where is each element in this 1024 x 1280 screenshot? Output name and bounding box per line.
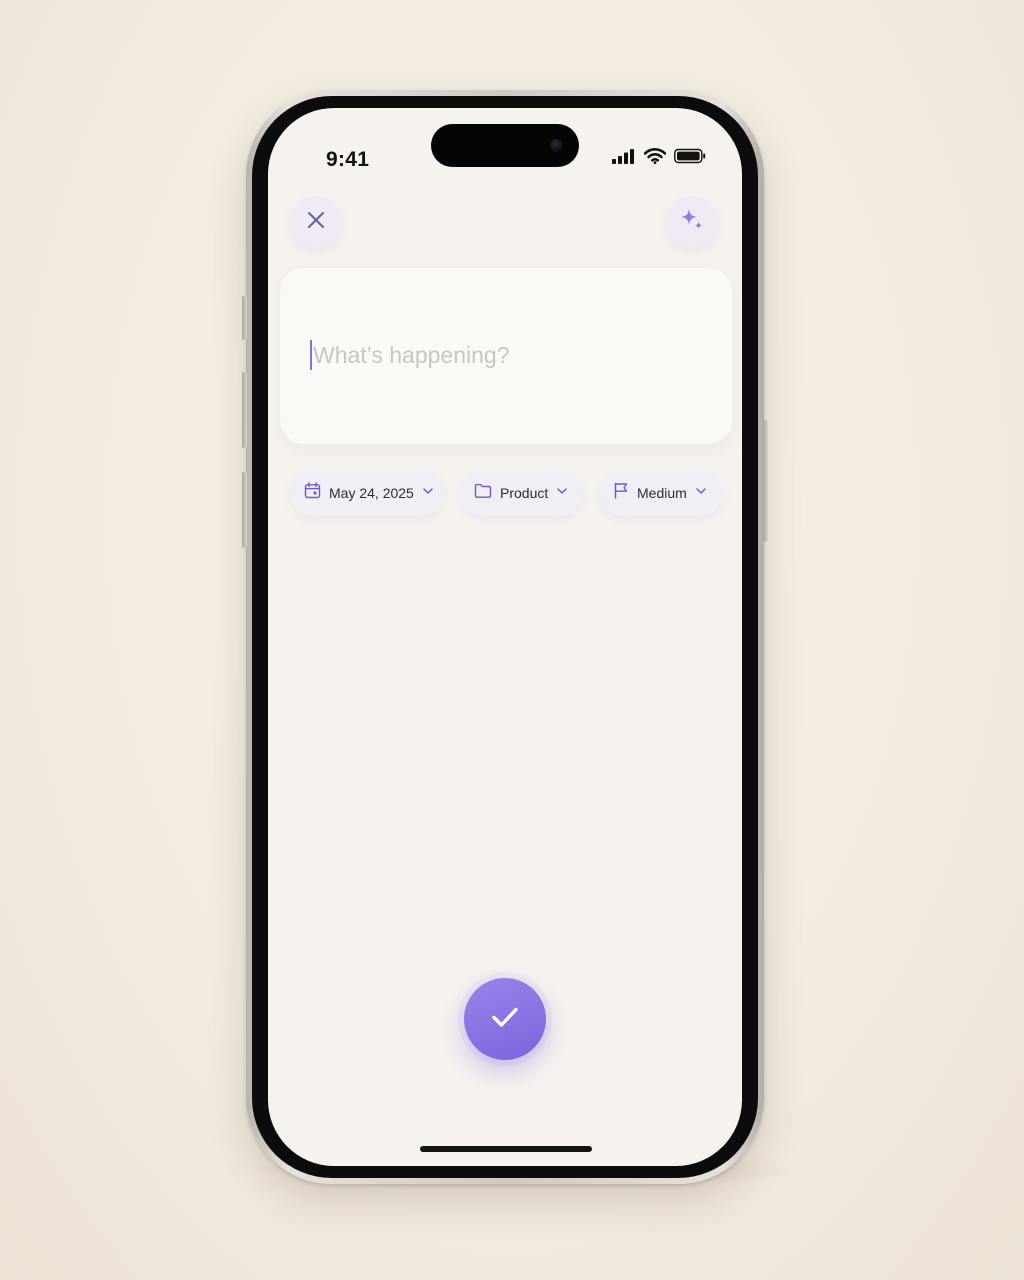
battery-icon: [674, 148, 706, 169]
status-time: 9:41: [326, 148, 370, 171]
dynamic-island: [431, 124, 579, 167]
folder-icon: [474, 483, 492, 504]
project-chip[interactable]: Product: [460, 470, 583, 516]
wifi-icon: [643, 147, 667, 169]
task-input-card[interactable]: What’s happening?: [280, 268, 732, 444]
volume-up-button: [242, 372, 247, 448]
date-chip[interactable]: May 24, 2025: [290, 470, 445, 516]
chevron-down-icon: [556, 484, 568, 502]
home-indicator[interactable]: [420, 1146, 592, 1152]
phone-frame: 9:41 What’s happening? May 24, 2025 Prod…: [242, 90, 768, 1184]
sparkle-icon: [679, 207, 705, 238]
save-task-button[interactable]: [464, 978, 546, 1060]
chevron-down-icon: [695, 484, 707, 502]
priority-chip-label: Medium: [637, 485, 687, 501]
ai-assist-button[interactable]: [666, 196, 718, 248]
action-button: [242, 296, 247, 340]
close-icon: [306, 210, 326, 235]
close-button[interactable]: [290, 196, 342, 248]
flag-icon: [613, 482, 629, 504]
task-input-placeholder: What’s happening?: [313, 342, 510, 368]
checkmark-icon: [488, 1000, 522, 1039]
status-icons: [612, 147, 706, 169]
power-button: [763, 420, 768, 542]
front-camera: [550, 139, 563, 152]
priority-chip[interactable]: Medium: [599, 470, 723, 516]
date-chip-label: May 24, 2025: [329, 485, 414, 501]
volume-down-button: [242, 472, 247, 548]
calendar-icon: [304, 482, 321, 504]
project-chip-label: Product: [500, 485, 549, 501]
chevron-down-icon: [422, 484, 434, 502]
app-screen: 9:41 What’s happening? May 24, 2025 Prod…: [268, 108, 742, 1166]
cellular-signal-icon: [612, 148, 636, 169]
task-options-row: May 24, 2025 Product Medium: [290, 470, 723, 518]
text-caret: [310, 340, 312, 370]
